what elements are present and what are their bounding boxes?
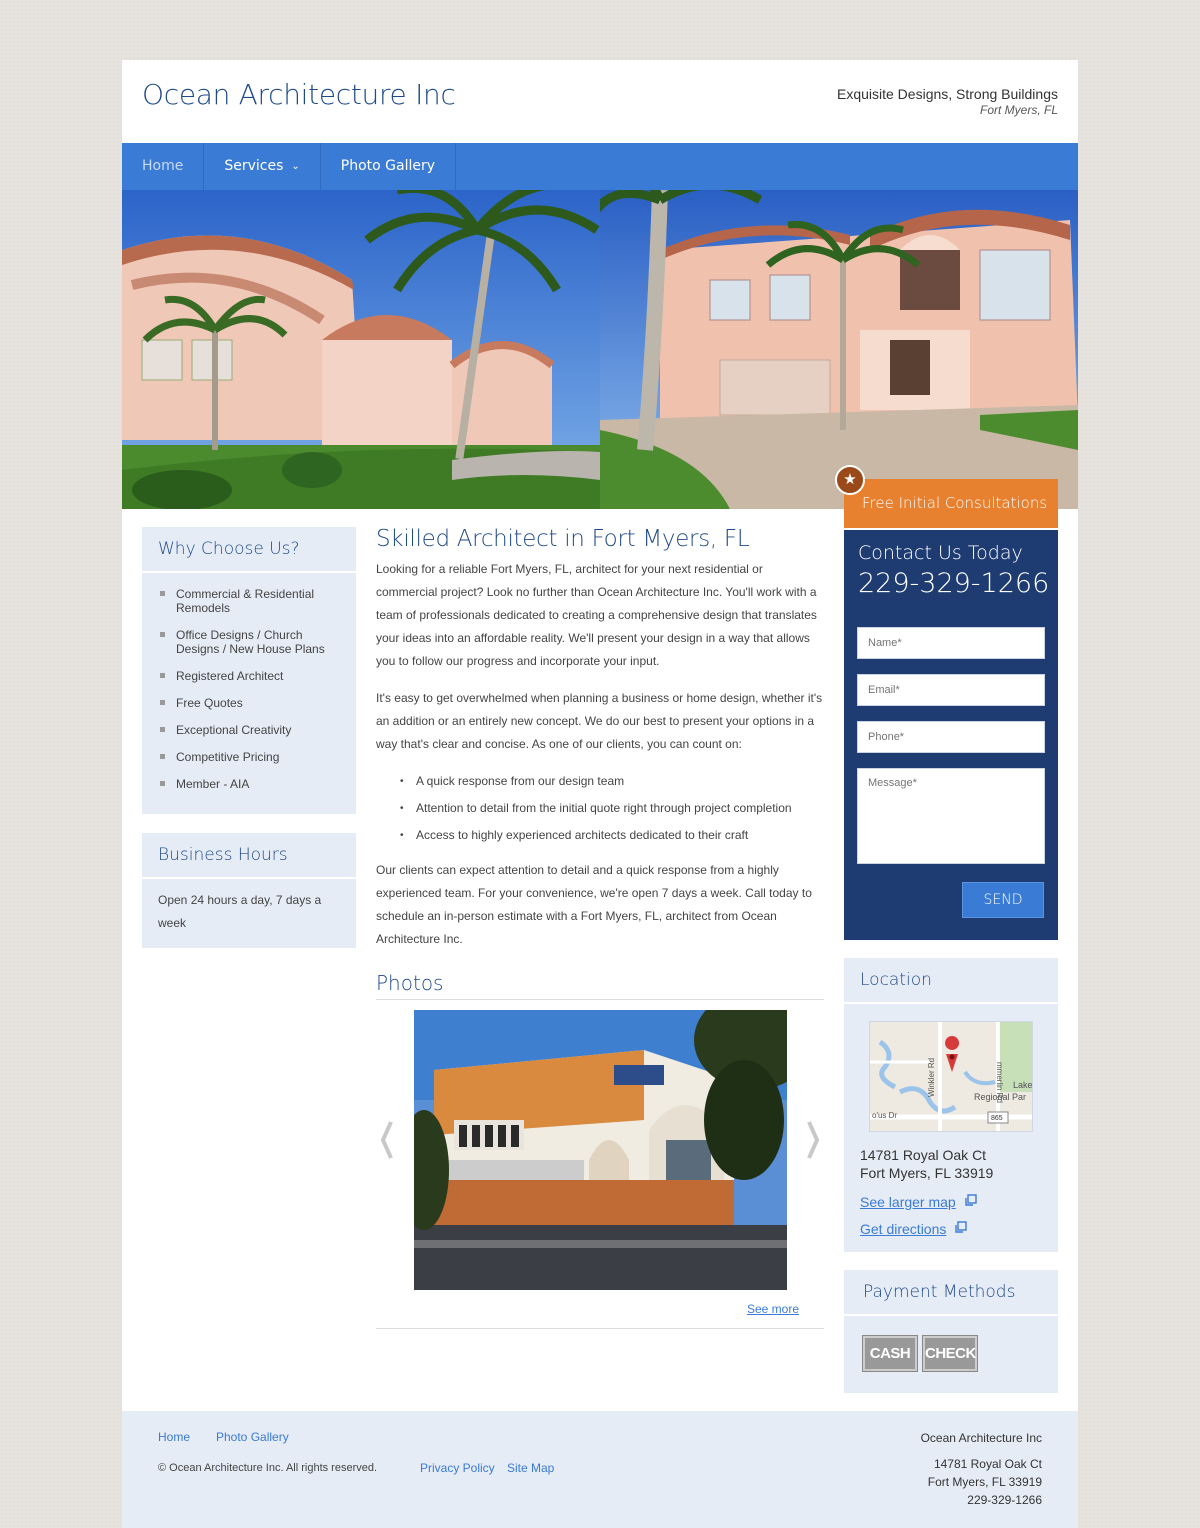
map-label: o'us Dr [872, 1111, 897, 1120]
site-header: Ocean Architecture Inc Exquisite Designs… [122, 60, 1078, 143]
external-link-icon[interactable] [964, 1194, 977, 1207]
business-hours-panel: Business Hours Open 24 hours a day, 7 da… [142, 833, 356, 948]
location-title: Location [844, 958, 1058, 1004]
gallery-prev-arrow[interactable] [380, 1120, 394, 1160]
payment-methods-title: Payment Methods [844, 1270, 1058, 1316]
email-field[interactable] [857, 674, 1045, 706]
tagline: Exquisite Designs, Strong Buildings Fort… [837, 86, 1058, 117]
location-panel: Location Winkler Rd mmerlin Rd Lake Regi… [844, 958, 1058, 1252]
divider [376, 1328, 824, 1329]
footer-link-site-map[interactable]: Site Map [507, 1461, 554, 1475]
benefits-list: A quick response from our design team At… [400, 768, 824, 849]
footer-link-photo-gallery[interactable]: Photo Gallery [216, 1430, 289, 1444]
intro-paragraph: Looking for a reliable Fort Myers, FL, a… [376, 562, 817, 668]
list-item: Access to highly experienced architects … [400, 822, 824, 849]
footer-address-line-2: Fort Myers, FL 33919 [927, 1475, 1042, 1489]
hero-banner [122, 190, 1078, 509]
nav-services[interactable]: Services ⌄ [204, 143, 321, 190]
nav-home[interactable]: Home [122, 143, 205, 190]
get-directions-link[interactable]: Get directions [860, 1221, 946, 1237]
nav-home-label: Home [142, 158, 184, 174]
footer-phone[interactable]: 229-329-1266 [921, 1491, 1042, 1509]
check-payment-icon: CHECK [922, 1335, 978, 1372]
page-title: Skilled Architect in Fort Myers, FL [376, 526, 750, 552]
nav-photo-gallery-label: Photo Gallery [340, 158, 436, 174]
copyright: © Ocean Architecture Inc. All rights res… [158, 1462, 378, 1474]
second-paragraph: It's easy to get overwhelmed when planni… [376, 691, 823, 751]
closing-paragraph: Our clients can expect attention to deta… [376, 863, 812, 946]
footer-link-privacy-policy[interactable]: Privacy Policy [420, 1461, 495, 1475]
footer-link-home[interactable]: Home [158, 1430, 190, 1444]
map-label: Regional Par [974, 1092, 1026, 1102]
contact-title: Contact Us Today [858, 542, 1023, 564]
list-item: A quick response from our design team [400, 768, 824, 795]
why-choose-us-list: Commercial & Residential Remodels Office… [142, 573, 356, 791]
send-button[interactable]: SEND [962, 882, 1044, 918]
footer-address-line-1: 14781 Royal Oak Ct [933, 1457, 1042, 1471]
business-hours-title: Business Hours [142, 833, 356, 879]
tagline-text: Exquisite Designs, Strong Buildings [836, 86, 1058, 102]
star-icon: ★ [835, 465, 865, 495]
nav-photo-gallery[interactable]: Photo Gallery [321, 143, 457, 190]
list-item: Exceptional Creativity [158, 723, 338, 737]
list-item: Commercial & Residential Remodels [158, 587, 338, 615]
phone-field[interactable] [857, 721, 1045, 753]
payment-methods-panel: Payment Methods CASH CHECK [844, 1270, 1058, 1393]
map-label: Winkler Rd [927, 1058, 936, 1097]
why-choose-us-panel: Why Choose Us? Commercial & Residential … [142, 527, 356, 814]
list-item: Office Designs / Church Designs / New Ho… [158, 628, 338, 656]
why-choose-us-title: Why Choose Us? [142, 527, 356, 573]
footer-company: Ocean Architecture Inc [920, 1431, 1042, 1445]
chevron-down-icon: ⌄ [291, 161, 300, 172]
site-footer: Home Photo Gallery © Ocean Architecture … [122, 1411, 1078, 1528]
list-item: Attention to detail from the initial quo… [400, 795, 824, 822]
nav-services-label: Services [224, 158, 284, 174]
footer-contact-info: Ocean Architecture Inc 14781 Royal Oak C… [921, 1429, 1042, 1509]
see-more-link[interactable]: See more [747, 1302, 799, 1316]
photos-heading: Photos [376, 971, 824, 1000]
list-item: Registered Architect [158, 669, 338, 683]
external-link-icon[interactable] [954, 1221, 967, 1234]
hero-image-right [600, 190, 1078, 509]
contact-form-panel: Contact Us Today 229-329-1266 SEND [844, 530, 1058, 940]
gallery-photo[interactable] [414, 1010, 787, 1290]
see-larger-map-link[interactable]: See larger map [860, 1194, 956, 1210]
address-line-2: Fort Myers, FL 33919 [860, 1165, 994, 1181]
page: Ocean Architecture Inc Exquisite Designs… [122, 60, 1078, 1528]
main-content: Skilled Architect in Fort Myers, FL Look… [376, 526, 824, 951]
list-item: Competitive Pricing [158, 750, 338, 764]
free-consultations-ribbon: Free Initial Consultations [844, 479, 1058, 528]
list-item: Free Quotes [158, 696, 338, 710]
message-field[interactable] [857, 768, 1045, 864]
address-line-1: 14781 Royal Oak Ct [860, 1147, 987, 1163]
address: 14781 Royal Oak Ct Fort Myers, FL 33919 [860, 1146, 993, 1182]
list-item: Member - AIA [158, 777, 338, 791]
contact-phone[interactable]: 229-329-1266 [844, 564, 1058, 599]
cash-payment-icon: CASH [862, 1335, 918, 1372]
gallery-next-arrow[interactable] [806, 1120, 820, 1160]
hero-image-left [122, 190, 600, 509]
name-field[interactable] [857, 627, 1045, 659]
map-thumbnail[interactable]: Winkler Rd mmerlin Rd Lake Regional Par … [869, 1021, 1033, 1132]
map-label: Lake [1013, 1080, 1033, 1090]
map-label: 865 [991, 1115, 1003, 1122]
main-nav: Home Services ⌄ Photo Gallery [122, 143, 1078, 190]
tagline-location: Fort Myers, FL [979, 103, 1058, 117]
business-hours-text: Open 24 hours a day, 7 days a week [158, 893, 322, 930]
site-title[interactable]: Ocean Architecture Inc [142, 78, 456, 111]
